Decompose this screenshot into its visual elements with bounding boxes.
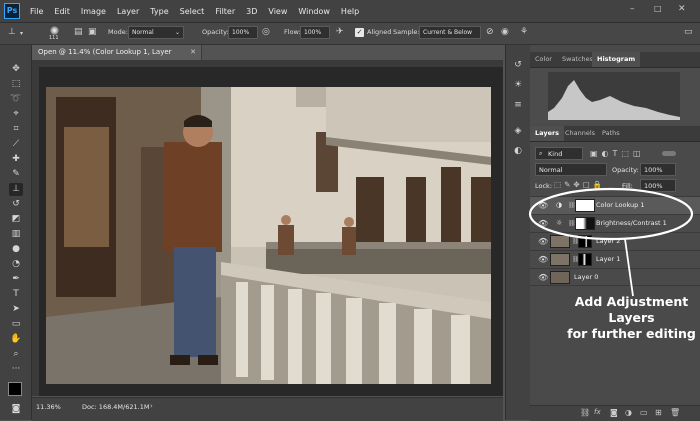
annotation-overlay — [528, 187, 694, 297]
annotation-callout: Add Adjustment Layers for further editin… — [563, 294, 700, 342]
annotation-line-2: for further editing — [567, 326, 696, 341]
annotation-pointer-line — [624, 238, 634, 297]
highlight-ellipse — [528, 187, 694, 241]
annotation-line-1: Add Adjustment Layers — [574, 294, 689, 325]
